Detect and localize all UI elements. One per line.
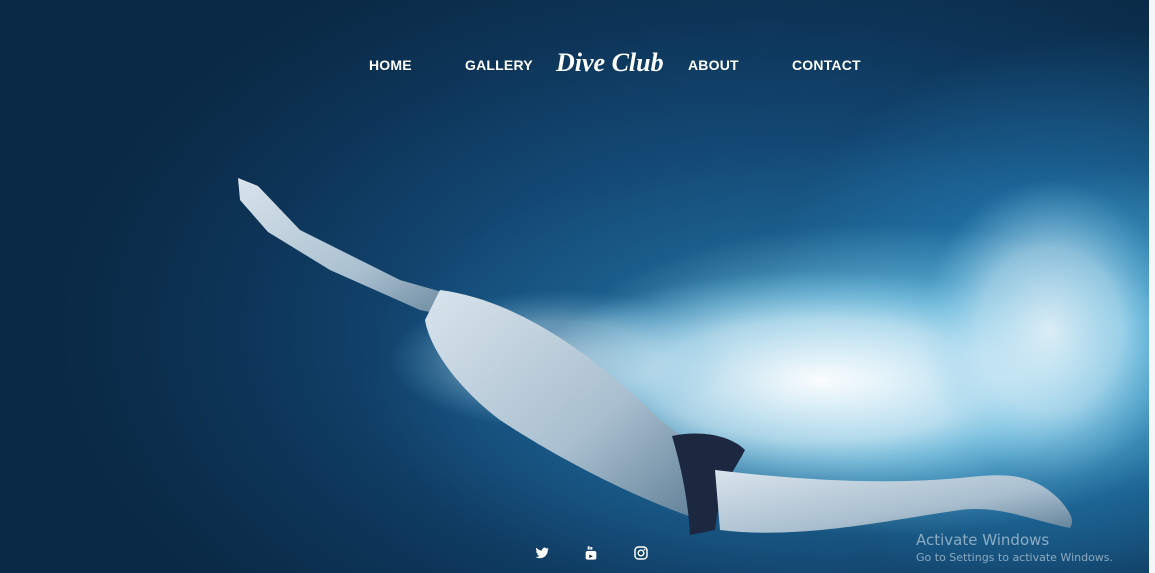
social-links: ▶ (532, 545, 652, 565)
watermark-title: Activate Windows (916, 531, 1050, 549)
instagram-icon[interactable] (633, 545, 649, 561)
main-nav: HOME GALLERY Dive Club ABOUT CONTACT (0, 48, 1155, 80)
hero-background: HOME GALLERY Dive Club ABOUT CONTACT ▶ A… (0, 0, 1155, 573)
nav-home-link[interactable]: HOME (369, 57, 412, 73)
diver-image (238, 178, 1155, 535)
twitter-icon[interactable] (534, 545, 550, 561)
brand-logo[interactable]: Dive Club (556, 48, 664, 78)
svg-text:▶: ▶ (589, 555, 593, 560)
page-edge (1149, 0, 1155, 573)
youtube-icon[interactable]: ▶ (583, 545, 599, 561)
nav-gallery-link[interactable]: GALLERY (465, 57, 533, 73)
nav-contact-link[interactable]: CONTACT (792, 57, 861, 73)
watermark-subtitle: Go to Settings to activate Windows. (916, 551, 1114, 564)
windows-activation-watermark: Activate Windows Go to Settings to activ… (916, 531, 1113, 564)
nav-about-link[interactable]: ABOUT (688, 57, 739, 73)
